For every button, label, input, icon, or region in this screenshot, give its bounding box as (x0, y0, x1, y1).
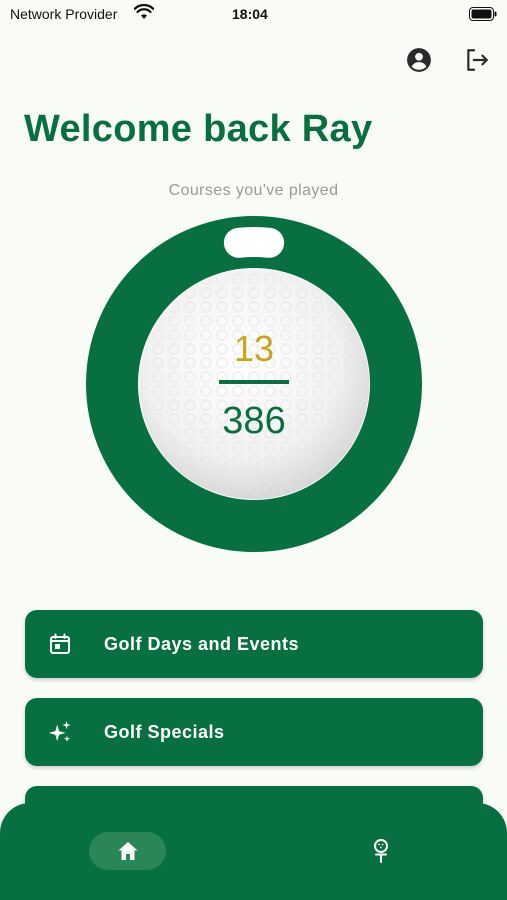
sparkles-icon (47, 719, 73, 745)
carrier-label: Network Provider (10, 6, 118, 22)
courses-played-count: 13 (233, 328, 275, 369)
courses-total-count: 386 (222, 400, 286, 442)
battery-icon (469, 7, 497, 21)
status-bar: Network Provider 18:04 (0, 0, 507, 30)
menu-label-specials: Golf Specials (104, 722, 225, 742)
courses-progress-ring: 13 386 (86, 216, 422, 552)
golf-specials-button[interactable]: Golf Specials (25, 698, 483, 766)
menu-label-events: Golf Days and Events (104, 634, 300, 654)
logout-icon (467, 49, 488, 71)
account-circle-icon (407, 48, 431, 72)
page-title: Welcome back Ray (24, 108, 373, 150)
courses-caption: Courses you've played (168, 182, 339, 199)
golf-ball-dimples (141, 271, 367, 497)
nav-home-button[interactable] (89, 832, 166, 870)
home-screen: Network Provider 18:04 Welcome back Ray … (0, 0, 507, 900)
bottom-navigation (0, 803, 507, 900)
status-time: 18:04 (232, 6, 268, 22)
wifi-icon (134, 4, 154, 19)
score-divider (219, 380, 289, 384)
home-icon (118, 842, 137, 860)
ring-graphic (86, 216, 422, 552)
calendar-icon (47, 631, 73, 657)
golf-days-events-button[interactable]: Golf Days and Events (25, 610, 483, 678)
nav-golf-button[interactable] (362, 832, 400, 870)
logout-button[interactable] (461, 44, 493, 76)
profile-button[interactable] (403, 44, 435, 76)
ring-progress-marker (223, 227, 285, 258)
golf-tee-icon (374, 839, 388, 863)
